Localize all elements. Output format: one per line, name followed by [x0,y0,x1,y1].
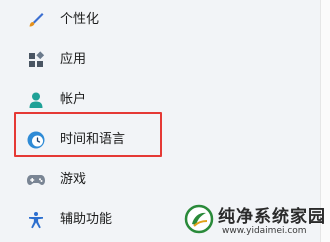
sidebar-item-label: 游戏 [60,172,87,187]
paint-brush-icon [26,10,46,30]
watermark-logo-icon [184,204,214,234]
watermark-title: 纯净系统家园 [218,207,326,227]
sidebar-item-apps[interactable]: 应用 [16,42,312,78]
sidebar-item-label: 时间和语言 [60,132,126,147]
sidebar-item-personalization[interactable]: 个性化 [16,2,312,38]
gamepad-icon [26,170,46,190]
person-icon [26,90,46,110]
accessibility-icon [26,210,46,230]
sidebar-item-label: 个性化 [60,12,100,27]
watermark: 纯净系统家园 www.yidaimei.com [184,200,330,242]
sidebar-item-label: 应用 [60,52,87,67]
clock-globe-icon [26,130,46,150]
apps-icon [26,50,46,70]
sidebar-item-label: 帐户 [60,92,87,107]
settings-window: 个性化 应用 帐户 时间和语言 游戏 辅助功能 纯净系统家园 www.yidai… [0,0,330,242]
sidebar-item-time-language[interactable]: 时间和语言 [16,122,312,158]
sidebar-item-gaming[interactable]: 游戏 [16,162,312,198]
sidebar-item-accounts[interactable]: 帐户 [16,82,312,118]
watermark-url: www.yidaimei.com [222,226,307,236]
sidebar-item-label: 辅助功能 [60,212,113,227]
